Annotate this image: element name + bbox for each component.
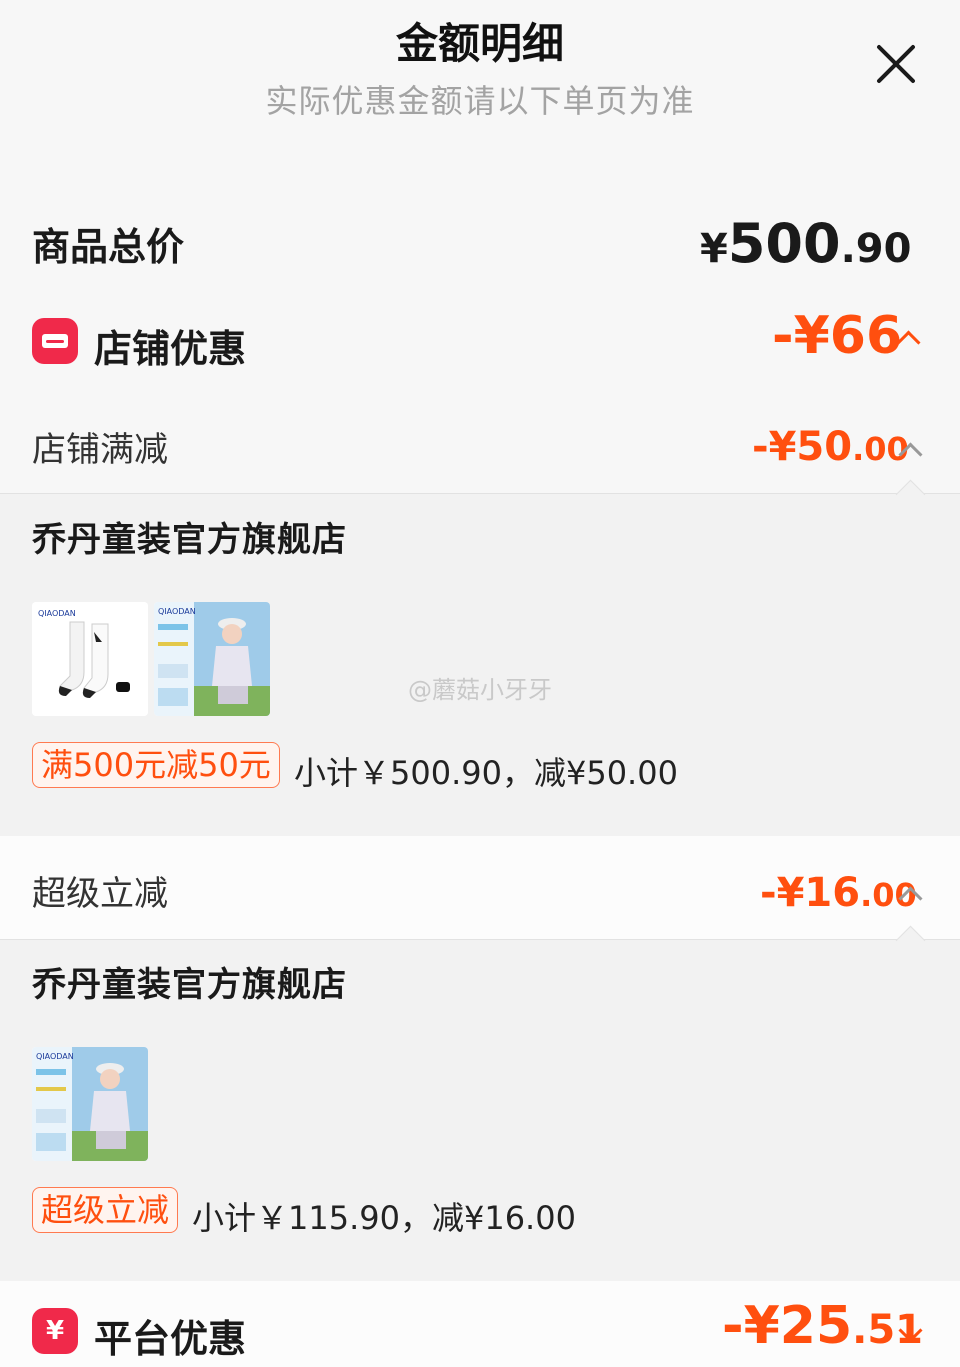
platform-discount-amount-int: -¥25: [722, 1296, 853, 1356]
store-name[interactable]: 乔丹童装官方旗舰店: [32, 957, 347, 1006]
full-reduction-amount: -¥50.00: [752, 424, 909, 470]
store-name[interactable]: 乔丹童装官方旗舰店: [32, 512, 347, 561]
svg-text:QIAODAN: QIAODAN: [158, 607, 196, 616]
product-thumb-jacket[interactable]: QIAODAN: [32, 1047, 148, 1161]
shop-icon: [32, 318, 78, 364]
total-price: ¥500.90: [700, 212, 911, 275]
shop-discount-toggle[interactable]: [896, 330, 921, 355]
total-decimal: .90: [840, 226, 912, 272]
platform-discount-amount: -¥25.51: [722, 1296, 923, 1356]
total-label: 商品总价: [32, 225, 185, 269]
promo-tag: 满500元减50元: [32, 742, 280, 788]
full-reduction-toggle[interactable]: [898, 442, 923, 467]
total-integer: 500: [727, 212, 841, 275]
chevron-up-icon: [898, 886, 923, 911]
platform-discount-toggle[interactable]: [898, 1318, 923, 1343]
chevron-up-icon: [898, 442, 923, 467]
subtotal-text: 小计￥115.90，减¥16.00: [192, 1199, 576, 1237]
close-icon[interactable]: [870, 38, 922, 90]
section-label-full-reduction: 店铺满减: [32, 430, 168, 470]
chevron-up-icon: [896, 330, 921, 355]
svg-text:QIAODAN: QIAODAN: [36, 1052, 74, 1061]
page-title: 金额明细: [395, 19, 564, 68]
page-subtitle: 实际优惠金额请以下单页为准: [265, 82, 695, 120]
chevron-down-icon: [898, 1318, 923, 1343]
super-reduction-amount-int: -¥16: [760, 870, 861, 916]
shop-discount-label: 店铺优惠: [94, 327, 247, 371]
subtotal-text: 小计￥500.90，减¥50.00: [294, 754, 678, 792]
super-reduction-amount: -¥16.00: [760, 870, 917, 916]
super-reduction-toggle[interactable]: [898, 886, 923, 911]
product-thumb-socks[interactable]: QIAODAN: [32, 602, 148, 716]
full-reduction-amount-dec: .00: [852, 430, 909, 468]
product-thumb-jacket[interactable]: QIAODAN: [154, 602, 270, 716]
total-symbol: ¥: [700, 226, 728, 272]
svg-text:QIAODAN: QIAODAN: [38, 609, 76, 618]
section-label-super-reduction: 超级立减: [32, 874, 168, 914]
shop-discount-amount: -¥66: [772, 306, 903, 366]
watermark: @蘑菇小牙牙: [408, 676, 552, 704]
platform-discount-label: 平台优惠: [94, 1317, 247, 1361]
promo-tag: 超级立减: [32, 1187, 179, 1233]
full-reduction-amount-int: -¥50: [752, 424, 853, 470]
yen-icon: ¥: [32, 1308, 78, 1354]
